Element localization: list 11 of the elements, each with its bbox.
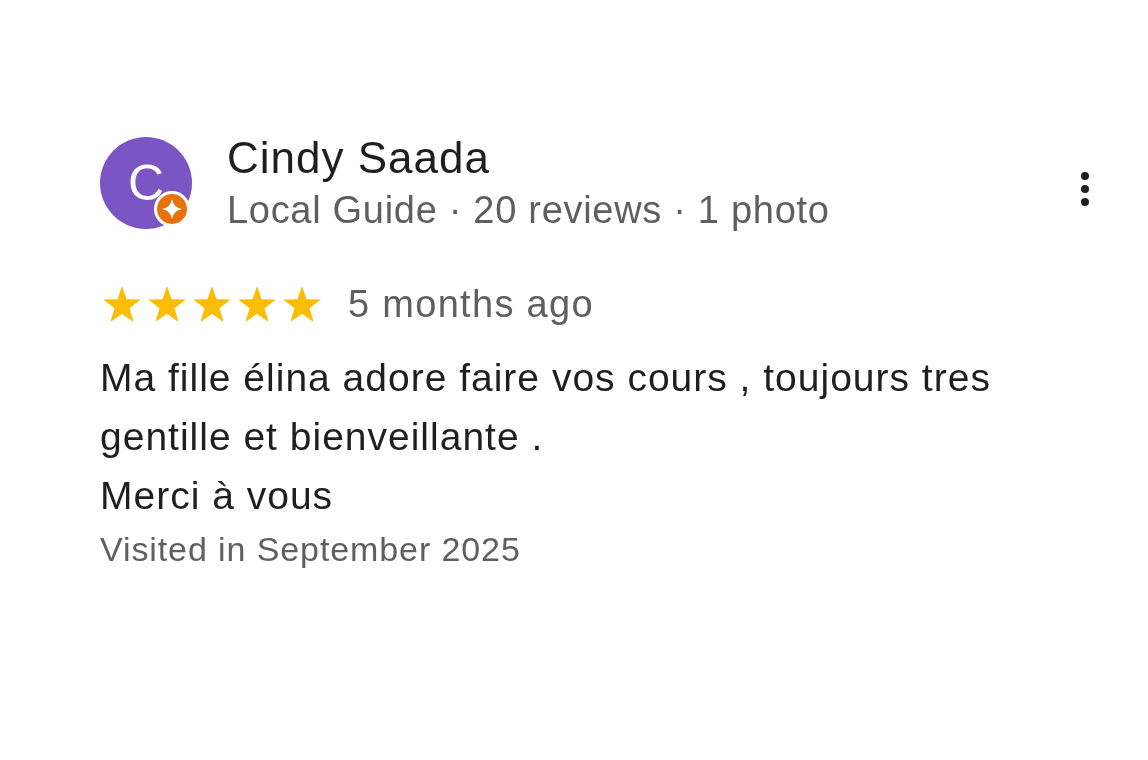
review-time: 5 months ago xyxy=(348,282,594,326)
star-icon xyxy=(238,286,276,322)
review-text: Merci à vous xyxy=(100,473,335,519)
star-icon xyxy=(193,286,231,322)
more-options-icon[interactable] xyxy=(1081,172,1089,206)
reviewer-info[interactable]: Local Guide · 20 reviews · 1 photo xyxy=(227,187,830,233)
star-icon xyxy=(103,286,141,322)
star-icon xyxy=(148,286,186,322)
star-icon xyxy=(283,286,321,322)
visit-date: Visited in September 2025 xyxy=(100,529,521,569)
review-text: Ma fille élina adore faire vos cours , toujours tres gentille et bienveillante . xyxy=(100,355,992,460)
